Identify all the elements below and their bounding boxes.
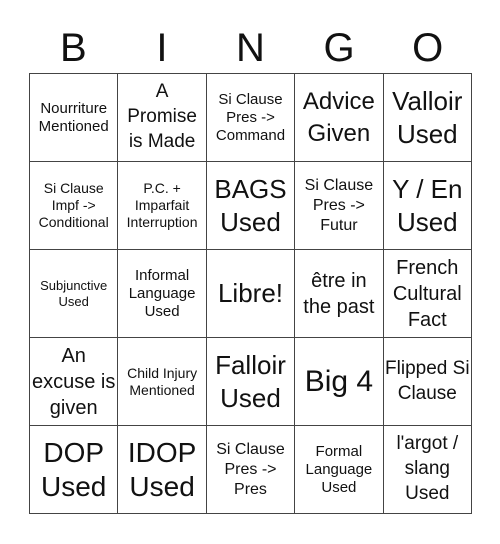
header-letter-i: I bbox=[156, 26, 168, 70]
bingo-cell[interactable]: DOP Used bbox=[30, 426, 119, 514]
bingo-cell[interactable]: Advice Given bbox=[295, 74, 384, 162]
bingo-cell[interactable]: Subjunctive Used bbox=[30, 250, 119, 338]
bingo-card-grid: Nourriture Mentioned A Promise is Made S… bbox=[29, 73, 472, 514]
bingo-cell-free-space[interactable]: Libre! bbox=[206, 250, 296, 338]
bingo-cell[interactable]: Informal Language Used bbox=[118, 250, 207, 338]
bingo-cell[interactable]: BAGS Used bbox=[206, 162, 296, 250]
header-letter-n: N bbox=[236, 26, 265, 70]
bingo-cell[interactable]: Flipped Si Clause bbox=[383, 338, 472, 426]
bingo-cell[interactable]: Nourriture Mentioned bbox=[30, 74, 119, 162]
bingo-cell[interactable]: IDOP Used bbox=[118, 426, 207, 514]
bingo-cell[interactable]: être in the past bbox=[295, 250, 384, 338]
bingo-cell[interactable]: Child Injury Mentioned bbox=[118, 338, 207, 426]
bingo-cell[interactable]: A Promise is Made bbox=[118, 74, 207, 162]
header-letter-o: O bbox=[412, 26, 444, 70]
bingo-cell[interactable]: Si Clause Pres -> Futur bbox=[295, 162, 384, 250]
bingo-cell[interactable]: l'argot / slang Used bbox=[383, 426, 472, 514]
bingo-cell[interactable]: P.C. + Imparfait Interruption bbox=[118, 162, 207, 250]
bingo-cell[interactable]: Y / En Used bbox=[383, 162, 472, 250]
bingo-header: B I N G O bbox=[29, 24, 472, 72]
header-letter-b: B bbox=[59, 26, 87, 70]
bingo-cell[interactable]: Si Clause Pres -> Pres bbox=[206, 426, 296, 514]
bingo-cell[interactable]: Si Clause Pres -> Command bbox=[206, 74, 296, 162]
bingo-cell[interactable]: French Cultural Fact bbox=[383, 250, 472, 338]
bingo-cell[interactable]: Big 4 bbox=[295, 338, 384, 426]
bingo-cell[interactable]: Falloir Used bbox=[206, 338, 296, 426]
bingo-cell[interactable]: Valloir Used bbox=[383, 74, 472, 162]
header-letter-g: G bbox=[323, 26, 355, 70]
bingo-cell[interactable]: An excuse is given bbox=[30, 338, 119, 426]
bingo-cell[interactable]: Formal Language Used bbox=[295, 426, 384, 514]
bingo-cell[interactable]: Si Clause Impf -> Conditional bbox=[30, 162, 119, 250]
